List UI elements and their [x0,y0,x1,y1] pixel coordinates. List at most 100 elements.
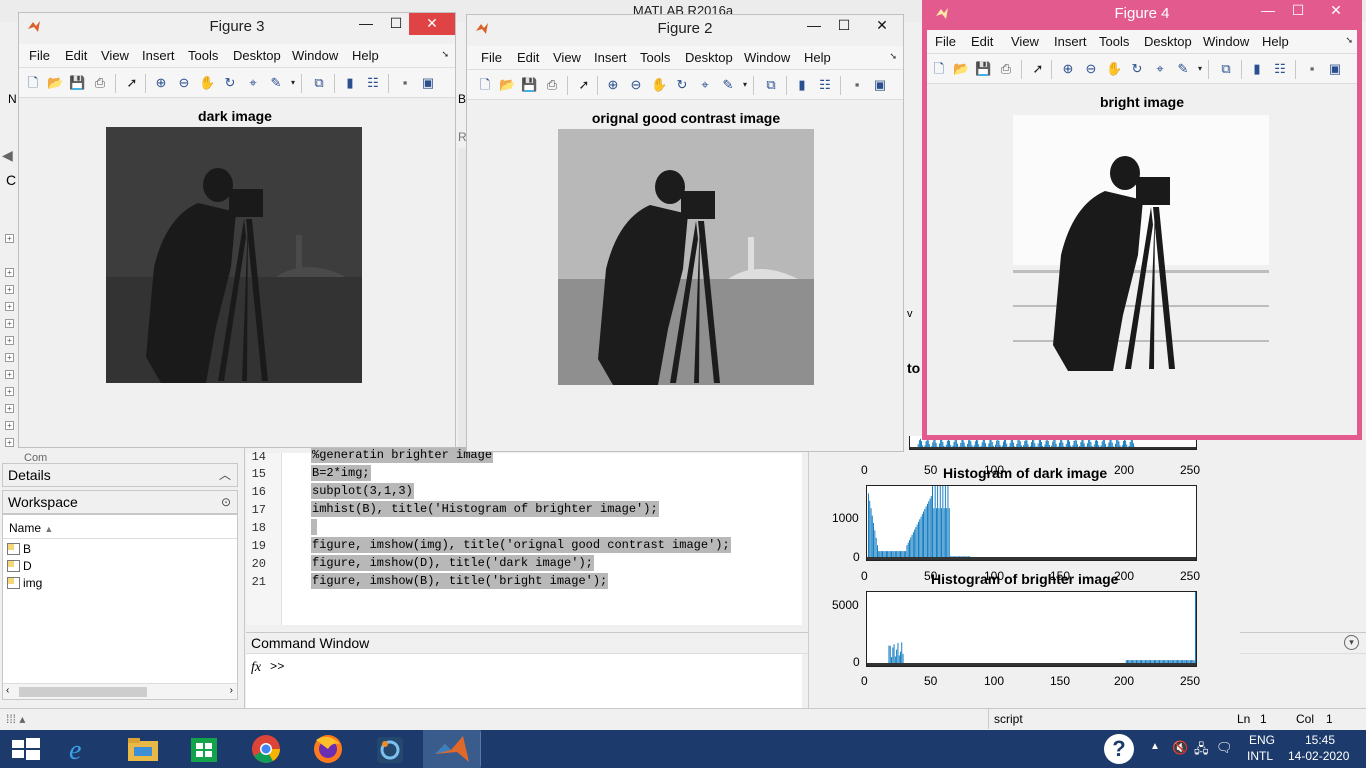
pan-icon[interactable]: ✋ [1106,61,1122,77]
menu-desktop[interactable]: Desktop [1144,34,1192,49]
code-line[interactable]: subplot(3,1,3) [311,483,414,499]
minimize-button[interactable]: — [351,13,381,35]
code-line[interactable]: imhist(B), title('Histogram of brighter … [311,501,659,517]
expand-icon[interactable]: + [5,285,14,294]
firefox-button[interactable] [299,730,357,768]
colorbar-icon[interactable]: ▮ [794,77,810,93]
print-icon[interactable]: ⎙ [544,77,560,93]
pan-icon[interactable]: ✋ [199,75,215,91]
code-line[interactable]: B=2*img; [311,465,371,481]
hide-plot-tools-icon[interactable]: ▪ [397,75,413,91]
legend-icon[interactable]: ☷ [817,77,833,93]
new-figure-icon[interactable]: 🗋 [25,75,41,91]
open-file-icon[interactable]: 📂 [47,75,63,91]
print-icon[interactable]: ⎙ [998,61,1014,77]
figure-2-titlebar[interactable]: Figure 2 — ☐ ✕ [467,15,903,45]
workspace-variable[interactable]: img [3,575,42,592]
figure-4-window[interactable]: Figure 4 — ☐ ✕ File Edit View Insert Too… [922,0,1362,440]
open-file-icon[interactable]: 📂 [953,61,969,77]
zoom-in-icon[interactable]: ⊕ [1060,61,1076,77]
show-plot-tools-icon[interactable]: ▣ [1327,61,1343,77]
internet-explorer-button[interactable]: e [55,730,113,768]
save-icon[interactable]: 💾 [69,75,85,91]
menu-file[interactable]: File [935,34,956,49]
menu-window[interactable]: Window [1203,34,1249,49]
volume-muted-icon[interactable]: 🔇 [1172,740,1188,756]
rotate-3d-icon[interactable]: ↻ [222,75,238,91]
link-plot-icon[interactable]: ⧉ [1218,61,1234,77]
menu-insert[interactable]: Insert [594,50,627,65]
menu-edit[interactable]: Edit [517,50,539,65]
keyboard-layout[interactable]: INTL [1247,749,1273,763]
store-button[interactable] [175,730,233,768]
data-cursor-icon[interactable]: ⌖ [1152,61,1168,77]
start-button[interactable] [0,730,58,768]
close-button[interactable]: ✕ [1321,0,1351,22]
network-icon[interactable]: 🖧 [1194,740,1209,762]
control-app-button[interactable] [361,730,419,768]
data-cursor-icon[interactable]: ⌖ [697,77,713,93]
clock-date[interactable]: 14-02-2020 [1288,749,1349,763]
clock-time[interactable]: 15:45 [1305,733,1335,747]
zoom-out-icon[interactable]: ⊖ [176,75,192,91]
open-file-icon[interactable]: 📂 [499,77,515,93]
command-window[interactable]: fx >> [246,654,802,710]
new-figure-icon[interactable]: 🗋 [931,61,947,77]
menu-desktop[interactable]: Desktop [233,48,281,63]
new-figure-icon[interactable]: 🗋 [477,77,493,93]
save-icon[interactable]: 💾 [975,61,991,77]
expand-icon[interactable]: + [5,336,14,345]
horizontal-scrollbar[interactable]: ‹ › [3,683,237,699]
menu-tools[interactable]: Tools [640,50,670,65]
figure-3-window[interactable]: Figure 3 — ☐ ✕ File Edit View Insert Too… [18,12,456,448]
menu-tools[interactable]: Tools [188,48,218,63]
expand-icon[interactable]: + [5,387,14,396]
brush-dropdown-icon[interactable]: ▾ [1192,61,1208,77]
expand-icon[interactable]: + [5,353,14,362]
function-browser-icon[interactable]: fx [251,660,261,676]
pan-icon[interactable]: ✋ [651,77,667,93]
code-line[interactable]: figure, imshow(D), title('dark image'); [311,555,594,571]
menu-help[interactable]: Help [804,50,831,65]
back-arrow-icon[interactable]: ◀ [2,147,13,164]
workspace-variable[interactable]: D [3,558,32,575]
rotate-3d-icon[interactable]: ↻ [1129,61,1145,77]
expand-icon[interactable]: + [5,370,14,379]
command-window-options-icon[interactable]: ▾ [1344,635,1359,650]
language-code[interactable]: ENG [1249,733,1275,747]
legend-icon[interactable]: ☷ [365,75,381,91]
name-column-header[interactable]: Name ▲ [3,517,237,539]
show-plot-tools-icon[interactable]: ▣ [872,77,888,93]
figure-3-titlebar[interactable]: Figure 3 — ☐ ✕ [19,13,455,43]
menu-window[interactable]: Window [744,50,790,65]
zoom-out-icon[interactable]: ⊖ [1083,61,1099,77]
workspace-variable[interactable]: B [3,541,31,558]
colorbar-icon[interactable]: ▮ [342,75,358,91]
edit-plot-icon[interactable]: ➚ [576,77,592,93]
close-button[interactable]: ✕ [867,15,897,37]
matlab-taskbar-button[interactable] [423,730,481,768]
edit-plot-icon[interactable]: ➚ [124,75,140,91]
brush-dropdown-icon[interactable]: ▾ [285,75,301,91]
hide-plot-tools-icon[interactable]: ▪ [1304,61,1320,77]
menu-dock-arrow-icon[interactable]: ➘ [441,49,449,60]
brush-dropdown-icon[interactable]: ▾ [737,77,753,93]
menu-insert[interactable]: Insert [142,48,175,63]
menu-tools[interactable]: Tools [1099,34,1129,49]
expand-icon[interactable]: + [5,438,14,447]
scroll-thumb[interactable] [19,687,147,697]
expand-icon[interactable]: + [5,319,14,328]
legend-icon[interactable]: ☷ [1272,61,1288,77]
show-hidden-icons-button[interactable]: ▲ [1150,741,1160,752]
menu-view[interactable]: View [1011,34,1039,49]
file-explorer-button[interactable] [114,730,172,768]
maximize-button[interactable]: ☐ [1283,0,1313,22]
menu-desktop[interactable]: Desktop [685,50,733,65]
zoom-out-icon[interactable]: ⊖ [628,77,644,93]
menu-help[interactable]: Help [352,48,379,63]
workspace-options-icon[interactable]: ⊙ [221,491,231,513]
menu-view[interactable]: View [553,50,581,65]
code-line[interactable]: figure, imshow(img), title('orignal good… [311,537,731,553]
chrome-button[interactable] [237,730,295,768]
show-plot-tools-icon[interactable]: ▣ [420,75,436,91]
